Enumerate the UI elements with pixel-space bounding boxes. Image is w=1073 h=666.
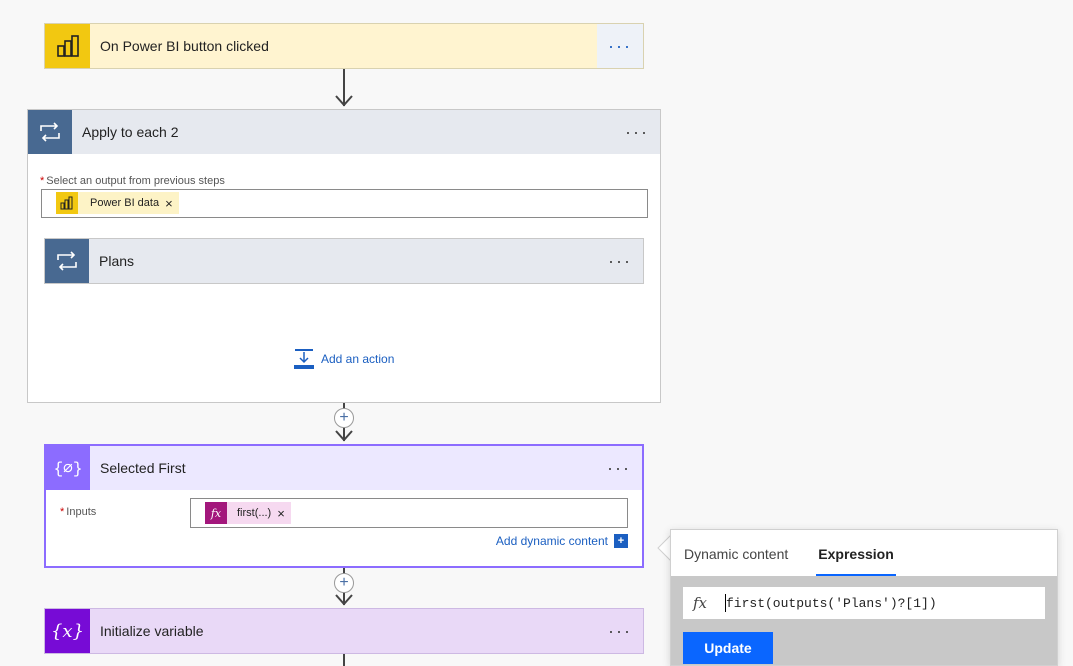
inputs-label: * Inputs (60, 506, 97, 518)
expression-input[interactable]: fx first(outputs('Plans')?[1]) (683, 587, 1045, 619)
expression-flyout: Dynamic content Expression fx first(outp… (670, 529, 1058, 666)
token-remove-icon[interactable]: × (165, 196, 173, 211)
plans-menu-button[interactable]: ··· (597, 239, 643, 283)
powerbi-icon (56, 192, 78, 214)
apply-each-title: Apply to each 2 (82, 124, 179, 140)
compose-card: {∅} Selected First ··· * Inputs fx first(… (44, 444, 644, 568)
arrow-down-icon (335, 430, 353, 442)
init-variable-menu-button[interactable]: ··· (597, 609, 643, 653)
token-label: first(...) (237, 507, 272, 519)
compose-icon: {∅} (46, 446, 90, 490)
powerbi-data-token[interactable]: Power BI data × (56, 192, 179, 214)
plans-title: Plans (99, 253, 135, 269)
add-dynamic-content-label: Add dynamic content (495, 534, 608, 548)
trigger-menu-button[interactable]: ··· (597, 24, 643, 68)
token-remove-icon[interactable]: × (277, 506, 285, 521)
update-button[interactable]: Update (683, 632, 773, 664)
trigger-card[interactable]: On Power BI button clicked ··· (44, 23, 644, 69)
flyout-tabs: Dynamic content Expression (671, 530, 1057, 576)
compose-title: Selected First (100, 460, 186, 476)
token-label: Power BI data (90, 197, 160, 209)
add-step-button[interactable]: + (334, 573, 354, 593)
loop-icon (28, 110, 72, 154)
variable-icon: {x} (45, 609, 90, 653)
init-variable-card[interactable]: {x} Initialize variable ··· (44, 608, 644, 654)
select-output-field[interactable]: Power BI data × (41, 189, 648, 218)
arrow-down-icon (335, 95, 353, 107)
add-dynamic-content-button[interactable]: Add dynamic content + (496, 534, 628, 548)
add-step-button[interactable]: + (334, 408, 354, 428)
plans-card[interactable]: Plans ··· (44, 238, 644, 284)
add-action-icon (294, 349, 314, 369)
apply-each-card: Apply to each 2 ··· * Select an output fr… (27, 109, 661, 403)
tab-dynamic-content[interactable]: Dynamic content (684, 530, 788, 576)
fx-icon: fx (205, 502, 227, 524)
loop-icon (45, 239, 89, 283)
select-output-label: * Select an output from previous steps (40, 175, 225, 187)
connector-line (343, 654, 345, 666)
trigger-title: On Power BI button clicked (100, 38, 269, 54)
arrow-down-icon (335, 594, 353, 606)
expression-token[interactable]: fx first(...) × (205, 502, 291, 524)
add-action-button[interactable]: Add an action (293, 348, 394, 370)
inputs-field[interactable]: fx first(...) × (190, 498, 628, 528)
tab-expression[interactable]: Expression (816, 530, 896, 576)
expression-text: first(outputs('Plans')?[1]) (726, 595, 937, 611)
fx-icon: fx (693, 594, 708, 612)
add-action-label: Add an action (321, 352, 395, 366)
apply-each-menu-button[interactable]: ··· (614, 110, 660, 154)
powerbi-icon (45, 24, 90, 68)
compose-menu-button[interactable]: ··· (596, 446, 642, 490)
init-variable-title: Initialize variable (100, 623, 204, 639)
add-dynamic-plus-icon: + (614, 534, 628, 548)
expression-editor-area: fx first(outputs('Plans')?[1]) Update (671, 576, 1057, 665)
